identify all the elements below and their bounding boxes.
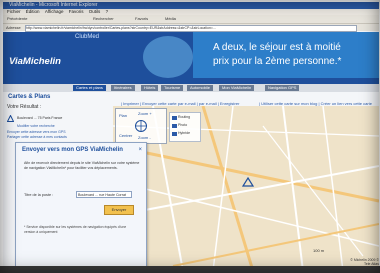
ad-graphic <box>143 36 193 78</box>
location-marker-icon <box>7 115 14 122</box>
dialog-title: Envoyer vers mon GPS ViaMichelin <box>22 147 123 153</box>
menu-tools[interactable]: Outils <box>89 9 101 14</box>
tab-routes[interactable]: Itinéraires <box>111 85 135 91</box>
menu-help[interactable]: ? <box>106 9 109 14</box>
browser-toolbar: Précédente Rechercher Favoris Média <box>3 15 379 24</box>
screen-bezel <box>0 266 380 273</box>
site-nav: Cartes et plans Itinéraires Hôtels Touri… <box>3 84 379 92</box>
map-mode-selector: Routing Photo Hybride <box>169 112 201 142</box>
result-address: Boulevard ... 75 Paris France <box>17 116 63 120</box>
url-field[interactable]: http://www.viamichelin.fr/viamichelin/fr… <box>25 25 357 32</box>
ad-line-1: A deux, le séjour est à moitié <box>213 42 341 53</box>
menu-edit[interactable]: Édition <box>26 9 40 14</box>
title-bar: ViaMichelin - Microsoft Internet Explore… <box>3 2 379 9</box>
back-button[interactable]: Précédente <box>7 16 27 22</box>
address-bar: Adresse http://www.viamichelin.fr/viamic… <box>3 24 379 32</box>
tab-my-viamichelin[interactable]: Mon ViaMichelin <box>219 85 255 91</box>
dialog-footnote: * Service disponible sur les systèmes de… <box>24 225 127 234</box>
tab-tourism[interactable]: Tourisme <box>161 85 184 91</box>
map-scale: 100 m <box>313 248 325 253</box>
ad-line-2: prix pour la 2ème personne.* <box>213 56 342 67</box>
zoom-out-button[interactable]: Zoom - <box>138 135 151 140</box>
page-title: Cartes & Plans <box>8 94 51 100</box>
send-button[interactable]: Envoyer <box>104 205 134 215</box>
media-button[interactable]: Média <box>165 16 176 22</box>
zoom-in-button[interactable]: Zoom + <box>138 111 152 116</box>
favorites-button[interactable]: Favoris <box>135 16 148 22</box>
map-copyright: © Michelin 2009 © Tele Atlas <box>350 258 379 266</box>
mode-hybrid[interactable]: Hybride <box>178 131 190 135</box>
tab-hotels[interactable]: Hôtels <box>141 85 159 91</box>
site-header: ViaMichelin ClubMed A deux, le séjour es… <box>3 32 379 84</box>
tab-gps-navigation[interactable]: Navigation GPS <box>265 85 300 91</box>
share-address-link[interactable]: Partager cette adresse à mes contacts <box>7 135 67 139</box>
viamichelin-logo[interactable]: ViaMichelin <box>9 56 61 67</box>
search-button[interactable]: Rechercher <box>93 16 114 22</box>
window-title: ViaMichelin - Microsoft Internet Explore… <box>9 2 98 8</box>
photo-frame: ViaMichelin - Microsoft Internet Explore… <box>0 0 380 273</box>
modify-search-link[interactable]: Modifier votre recherche <box>17 124 55 128</box>
map-controls: Plan Zoom + Zoom - Centrer <box>115 108 167 144</box>
name-label: Titre de la poste : <box>24 193 54 197</box>
dialog-description: Afin de recevoir directement depuis le s… <box>24 161 140 170</box>
result-heading: Votre Résultat : <box>7 104 42 110</box>
center-button[interactable]: Centrer <box>119 133 132 138</box>
menu-view[interactable]: Affichage <box>45 9 64 14</box>
address-label: Adresse <box>6 25 21 30</box>
menu-file[interactable]: Fichier <box>7 9 21 14</box>
hybrid-mode-icon <box>172 132 177 136</box>
mode-routing[interactable]: Routing <box>178 115 190 119</box>
name-input[interactable]: Boulevard ... rue Haute Corrat <box>76 191 132 198</box>
photo-mode-icon <box>172 124 177 128</box>
send-to-gps-link[interactable]: Envoyer cette adresse vers mon GPS <box>7 130 66 134</box>
send-to-gps-dialog: Envoyer vers mon GPS ViaMichelin × Afin … <box>15 142 147 268</box>
plan-button[interactable]: Plan <box>119 113 127 118</box>
clubmed-logo: ClubMed <box>75 34 100 40</box>
browser-window: ViaMichelin - Microsoft Internet Explore… <box>3 2 379 271</box>
ad-banner[interactable]: A deux, le séjour est à moitié prix pour… <box>193 32 379 78</box>
pan-arrows-icon[interactable] <box>134 119 148 133</box>
routing-mode-icon <box>172 116 177 120</box>
mode-photo[interactable]: Photo <box>178 123 187 127</box>
menu-favorites[interactable]: Favoris <box>69 9 84 14</box>
tab-maps[interactable]: Cartes et plans <box>73 85 106 91</box>
close-icon[interactable]: × <box>138 147 142 153</box>
tab-automobile[interactable]: Automobile <box>187 85 214 91</box>
